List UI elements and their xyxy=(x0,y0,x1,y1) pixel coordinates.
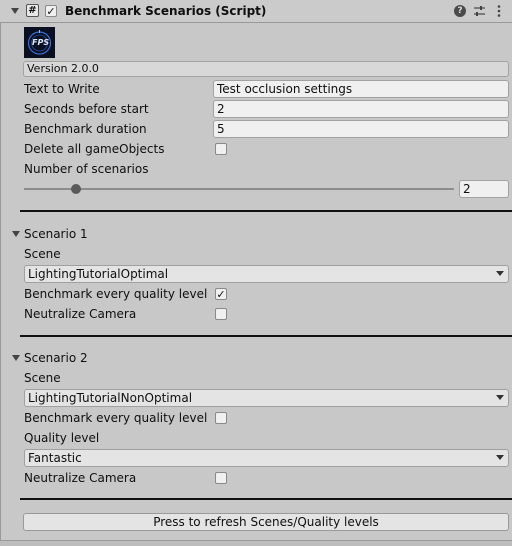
section-separator xyxy=(20,335,512,337)
scenario-2-scene-dropdown[interactable]: LightingTutorialNonOptimal xyxy=(24,389,509,407)
scenario-1-scene-dropdown[interactable]: LightingTutorialOptimal xyxy=(24,265,509,283)
scenario-2-neutralize-checkbox[interactable] xyxy=(215,472,227,484)
left-edge-divider xyxy=(0,22,1,546)
component-enabled-checkbox[interactable]: ✓ xyxy=(45,5,57,17)
chevron-down-icon xyxy=(496,455,504,460)
scenario-2-scene-label: Scene xyxy=(24,371,61,385)
checkmark-icon: ✓ xyxy=(46,5,56,18)
scenario-1-benchmark-label: Benchmark every quality level xyxy=(24,287,208,301)
section-separator xyxy=(20,498,512,500)
scenario-2-scene-value: LightingTutorialNonOptimal xyxy=(28,391,193,405)
delete-all-gameobjects-checkbox[interactable] xyxy=(215,143,227,155)
bottom-bar xyxy=(0,540,512,546)
context-menu-icon[interactable] xyxy=(496,4,502,18)
section-separator xyxy=(20,210,512,212)
scenario-2-foldout-arrow-icon[interactable] xyxy=(12,355,20,361)
logo-text: FPS xyxy=(32,38,50,47)
refresh-scenes-button[interactable]: Press to refresh Scenes/Quality levels xyxy=(23,513,509,531)
component-title: Benchmark Scenarios (Script) xyxy=(65,4,267,18)
text-to-write-label: Text to Write xyxy=(24,82,100,96)
scenario-1-benchmark-checkbox[interactable]: ✓ xyxy=(215,288,227,300)
scenario-2-benchmark-label: Benchmark every quality level xyxy=(24,411,208,425)
delete-all-gameobjects-label: Delete all gameObjects xyxy=(24,142,165,156)
scenario-1-title[interactable]: Scenario 1 xyxy=(24,227,88,241)
scenario-1-scene-label: Scene xyxy=(24,247,61,261)
scenario-1-scene-value: LightingTutorialOptimal xyxy=(28,267,169,281)
scenario-2-quality-dropdown[interactable]: Fantastic xyxy=(24,449,509,467)
seconds-before-start-input[interactable]: 2 xyxy=(213,100,509,118)
number-of-scenarios-label: Number of scenarios xyxy=(24,162,149,176)
component-foldout-arrow-icon[interactable] xyxy=(11,8,19,14)
number-of-scenarios-input[interactable]: 2 xyxy=(459,180,509,198)
help-icon[interactable]: ? xyxy=(454,5,466,17)
scenario-2-quality-label: Quality level xyxy=(24,431,100,445)
version-label: Version 2.0.0 xyxy=(23,61,509,77)
benchmark-duration-input[interactable]: 5 xyxy=(213,120,509,138)
chevron-down-icon xyxy=(496,395,504,400)
checkmark-icon: ✓ xyxy=(216,288,226,301)
fps-logo-image: FPS xyxy=(24,27,55,58)
script-icon: # xyxy=(26,4,39,17)
scenario-1-neutralize-label: Neutralize Camera xyxy=(24,307,137,321)
scenario-2-neutralize-label: Neutralize Camera xyxy=(24,471,137,485)
benchmark-duration-label: Benchmark duration xyxy=(24,122,147,136)
text-to-write-input[interactable]: Test occlusion settings xyxy=(213,80,509,98)
seconds-before-start-label: Seconds before start xyxy=(24,102,149,116)
scenario-2-benchmark-checkbox[interactable] xyxy=(215,412,227,424)
scenarios-slider-track[interactable] xyxy=(24,188,454,190)
scenario-1-foldout-arrow-icon[interactable] xyxy=(12,231,20,237)
scenario-2-title[interactable]: Scenario 2 xyxy=(24,351,88,365)
scenario-1-neutralize-checkbox[interactable] xyxy=(215,308,227,320)
scenarios-slider-thumb[interactable] xyxy=(70,184,81,194)
chevron-down-icon xyxy=(496,271,504,276)
preset-sliders-icon[interactable] xyxy=(473,5,486,17)
scenario-2-quality-value: Fantastic xyxy=(28,451,82,465)
